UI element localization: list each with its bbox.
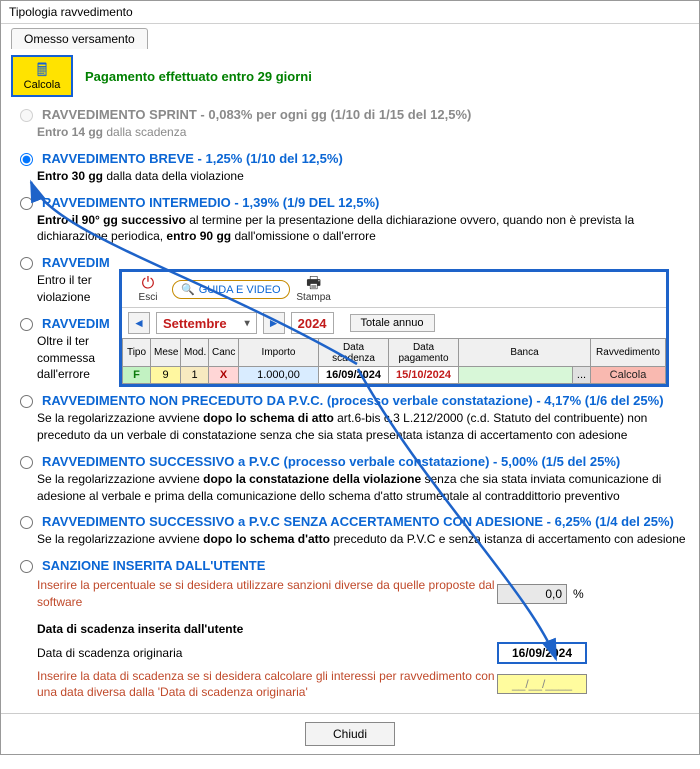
- col-tipo[interactable]: Tipo: [123, 339, 151, 367]
- content-area: Omesso versamento 🖩 Calcola Pagamento ef…: [1, 24, 699, 713]
- option-sprint-deadline: Entro 14 gg: [37, 125, 103, 139]
- col-mese[interactable]: Mese: [151, 339, 181, 367]
- window-frame: Tipologia ravvedimento Omesso versamento…: [0, 0, 700, 755]
- exit-icon: ⏻: [142, 276, 155, 292]
- radio-sanzione-utente[interactable]: [20, 560, 33, 573]
- status-message: Pagamento effettuato entro 29 giorni: [85, 69, 312, 84]
- data-heading: Data di scadenza inserita dall'utente: [37, 621, 689, 638]
- tab-bar: Omesso versamento: [11, 28, 689, 49]
- cell-importo[interactable]: 1.000,00: [239, 367, 319, 384]
- calcola-label: Calcola: [24, 79, 61, 91]
- data-scadenza-originaria-input[interactable]: [497, 642, 587, 664]
- option-sprint: RAVVEDIMENTO SPRINT - 0,083% per ogni gg…: [15, 107, 689, 141]
- percentuale-input[interactable]: [497, 584, 567, 604]
- chevron-down-icon: ▾: [245, 318, 250, 329]
- embedded-nav: ◄ Settembre ▾ ► 2024 Totale annuo: [122, 308, 666, 338]
- printer-icon: 🖶: [306, 276, 321, 292]
- option-sprint-desc: Entro 14 gg dalla scadenza: [37, 124, 689, 141]
- option-successivo-no-acc: RAVVEDIMENTO SUCCESSIVO a P.V.C SENZA AC…: [15, 514, 689, 548]
- close-button[interactable]: Chiudi: [305, 722, 395, 746]
- option-breve-desc: Entro 30 gg dalla data della violazione: [37, 168, 689, 185]
- embedded-grid: Tipo Mese Mod. Canc Importo Data scadenz…: [122, 338, 666, 384]
- option-successivo-no-acc-title[interactable]: RAVVEDIMENTO SUCCESSIVO a P.V.C SENZA AC…: [42, 514, 674, 529]
- col-banca[interactable]: Banca: [459, 339, 591, 367]
- calcola-button[interactable]: 🖩 Calcola: [11, 55, 73, 97]
- cell-tipo[interactable]: F: [123, 367, 151, 384]
- sanzione-hint2: Inserire la data di scadenza se si desid…: [37, 668, 497, 702]
- col-canc[interactable]: Canc: [209, 339, 239, 367]
- cell-data-scadenza[interactable]: 16/09/2024: [319, 367, 389, 384]
- data-alternativa-input[interactable]: [497, 674, 587, 694]
- footer: Chiudi: [1, 713, 699, 754]
- embedded-panel: ⏻ Esci 🔍 GUIDA E VIDEO 🖶 Stampa ◄ Settem…: [119, 269, 669, 387]
- option-breve-title[interactable]: RAVVEDIMENTO BREVE - 1,25% (1/10 del 12,…: [42, 151, 343, 166]
- percentuale-suffix: %: [573, 587, 584, 601]
- col-ravvedimento[interactable]: Ravvedimento: [591, 339, 666, 367]
- cell-data-pagamento[interactable]: 15/10/2024: [389, 367, 459, 384]
- stampa-button[interactable]: 🖶 Stampa: [294, 276, 334, 303]
- esci-button[interactable]: ⏻ Esci: [128, 276, 168, 303]
- cell-banca-lookup[interactable]: ...: [572, 367, 590, 384]
- option-breve-deadline: Entro 30 gg: [37, 169, 103, 183]
- radio-lungo2[interactable]: [20, 318, 33, 331]
- data-scadenza-originaria-label: Data di scadenza originaria: [37, 646, 497, 660]
- radio-lungo1[interactable]: [20, 257, 33, 270]
- magnifier-icon: 🔍: [181, 283, 195, 296]
- cell-ravvedimento-calcola[interactable]: Calcola: [591, 367, 666, 384]
- totale-annuo-button[interactable]: Totale annuo: [350, 314, 435, 332]
- option-intermedio-title[interactable]: RAVVEDIMENTO INTERMEDIO - 1,39% (1/9 DEL…: [42, 195, 379, 210]
- guida-video-button[interactable]: 🔍 GUIDA E VIDEO: [172, 280, 290, 299]
- radio-successivo-pvc[interactable]: [20, 456, 33, 469]
- option-sprint-title: RAVVEDIMENTO SPRINT - 0,083% per ogni gg…: [42, 107, 471, 122]
- radio-non-preceduto[interactable]: [20, 395, 33, 408]
- cell-canc[interactable]: X: [209, 367, 239, 384]
- table-row[interactable]: F 9 1 X 1.000,00 16/09/2024 15/10/2024 .…: [123, 367, 666, 384]
- window-title: Tipologia ravvedimento: [1, 1, 699, 24]
- radio-intermedio[interactable]: [20, 197, 33, 210]
- col-data-scadenza[interactable]: Data scadenza: [319, 339, 389, 367]
- calculator-icon: 🖩: [37, 61, 48, 79]
- option-lungo2-title[interactable]: RAVVEDIM: [42, 316, 110, 331]
- next-month-button[interactable]: ►: [263, 312, 285, 334]
- option-successivo-pvc-desc: Se la regolarizzazione avviene dopo la c…: [37, 471, 689, 505]
- option-sanzione-utente: SANZIONE INSERITA DALL'UTENTE Inserire l…: [15, 558, 689, 701]
- prev-month-button[interactable]: ◄: [128, 312, 150, 334]
- col-data-pagamento[interactable]: Data pagamento: [389, 339, 459, 367]
- cell-mod[interactable]: 1: [181, 367, 209, 384]
- col-mod[interactable]: Mod.: [181, 339, 209, 367]
- option-non-preceduto: RAVVEDIMENTO NON PRECEDUTO DA P.V.C. (pr…: [15, 393, 689, 444]
- embedded-toolbar: ⏻ Esci 🔍 GUIDA E VIDEO 🖶 Stampa: [122, 272, 666, 308]
- radio-sprint: [20, 109, 33, 122]
- option-non-preceduto-desc: Se la regolarizzazione avviene dopo lo s…: [37, 410, 689, 444]
- option-successivo-pvc: RAVVEDIMENTO SUCCESSIVO a P.V.C (process…: [15, 454, 689, 505]
- radio-successivo-no-acc[interactable]: [20, 516, 33, 529]
- option-lungo1-title[interactable]: RAVVEDIM: [42, 255, 110, 270]
- cell-banca[interactable]: [459, 367, 573, 384]
- option-intermedio: RAVVEDIMENTO INTERMEDIO - 1,39% (1/9 DEL…: [15, 195, 689, 246]
- month-selector[interactable]: Settembre ▾: [156, 312, 257, 334]
- col-importo[interactable]: Importo: [239, 339, 319, 367]
- radio-breve[interactable]: [20, 153, 33, 166]
- option-breve: RAVVEDIMENTO BREVE - 1,25% (1/10 del 12,…: [15, 151, 689, 185]
- header-row: 🖩 Calcola Pagamento effettuato entro 29 …: [11, 55, 689, 97]
- tab-omesso-versamento[interactable]: Omesso versamento: [11, 28, 148, 49]
- option-intermedio-desc: Entro il 90° gg successivo al termine pe…: [37, 212, 689, 246]
- year-display[interactable]: 2024: [291, 312, 334, 334]
- option-non-preceduto-title[interactable]: RAVVEDIMENTO NON PRECEDUTO DA P.V.C. (pr…: [42, 393, 664, 408]
- option-successivo-pvc-title[interactable]: RAVVEDIMENTO SUCCESSIVO a P.V.C (process…: [42, 454, 620, 469]
- option-sanzione-utente-title[interactable]: SANZIONE INSERITA DALL'UTENTE: [42, 558, 265, 573]
- cell-mese[interactable]: 9: [151, 367, 181, 384]
- option-successivo-no-acc-desc: Se la regolarizzazione avviene dopo lo s…: [37, 531, 689, 548]
- sanzione-hint1: Inserire la percentuale se si desidera u…: [37, 577, 497, 611]
